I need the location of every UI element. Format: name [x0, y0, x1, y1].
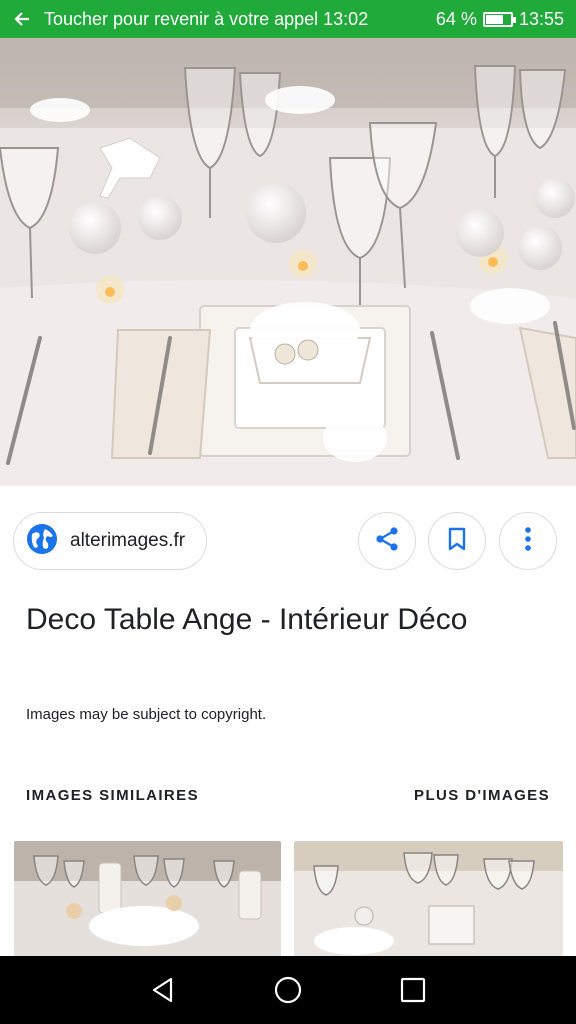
more-vert-icon	[524, 526, 532, 557]
more-options-button[interactable]	[499, 512, 557, 570]
navigation-bar	[0, 956, 576, 1024]
image-title[interactable]: Deco Table Ange - Intérieur Déco	[26, 594, 546, 645]
globe-icon	[26, 523, 58, 560]
back-icon[interactable]	[133, 960, 193, 1020]
battery-icon	[482, 11, 516, 27]
status-icons: 64 % 13:55	[436, 9, 576, 30]
source-row: alterimages.fr	[0, 512, 576, 570]
share-icon	[374, 526, 400, 557]
recents-icon[interactable]	[383, 960, 443, 1020]
similar-image-thumbnail[interactable]	[14, 841, 281, 956]
source-domain: alterimages.fr	[70, 530, 186, 551]
clock: 13:55	[518, 8, 564, 29]
more-images-link[interactable]: PLUS D'IMAGES	[414, 787, 550, 804]
home-icon[interactable]	[258, 960, 318, 1020]
share-button[interactable]	[358, 512, 416, 570]
status-bar[interactable]: Toucher pour revenir à votre appel 13:02…	[0, 0, 576, 38]
copyright-notice: Images may be subject to copyright.	[26, 706, 267, 723]
battery-percent: 64 %	[435, 8, 477, 29]
similar-images-heading: IMAGES SIMILAIRES	[26, 787, 199, 804]
back-arrow-icon[interactable]	[0, 10, 44, 28]
hero-image[interactable]	[0, 38, 576, 486]
source-link[interactable]: alterimages.fr	[13, 512, 207, 570]
call-banner-text[interactable]: Toucher pour revenir à votre appel 13:02	[44, 9, 436, 30]
similar-image-thumbnail[interactable]	[294, 841, 563, 956]
save-button[interactable]	[428, 512, 486, 570]
bookmark-icon	[446, 526, 468, 557]
